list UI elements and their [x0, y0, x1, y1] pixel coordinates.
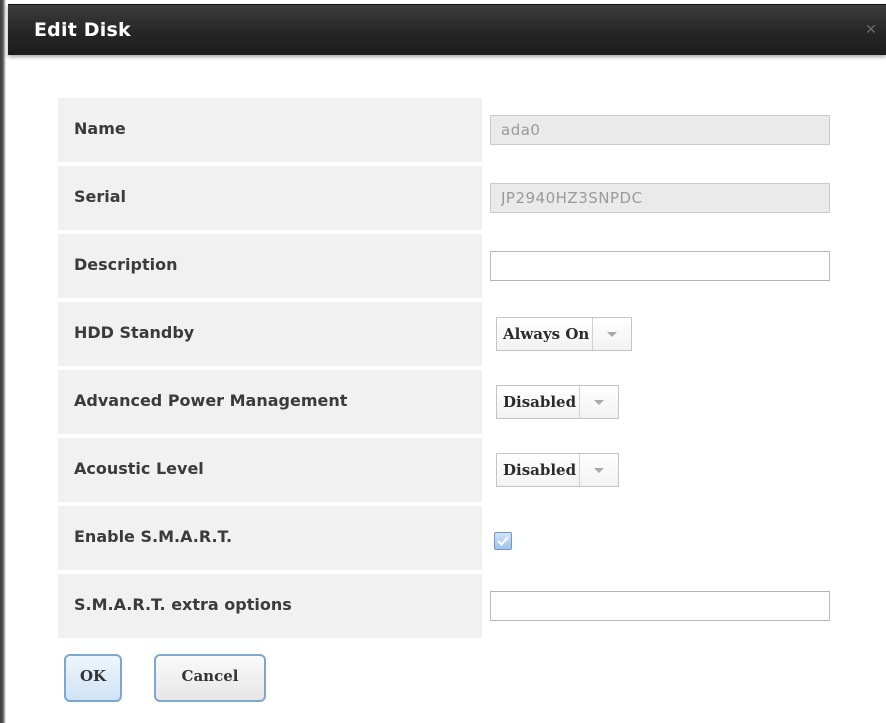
label-cell: Acoustic Level [58, 438, 482, 502]
chevron-down-icon[interactable] [593, 318, 631, 350]
hdd-standby-label: HDD Standby [74, 323, 195, 342]
chevron-down-icon[interactable] [580, 386, 618, 418]
value-cell: Disabled [484, 438, 848, 502]
edit-disk-dialog: Edit Disk ✕ Name Serial Description [0, 0, 886, 723]
smart-label: Enable S.M.A.R.T. [74, 527, 233, 546]
form-row-smart: Enable S.M.A.R.T. [58, 506, 848, 570]
label-cell: Name [58, 98, 482, 162]
label-cell: HDD Standby [58, 302, 482, 366]
checkmark-icon [497, 536, 509, 546]
value-cell [484, 506, 848, 570]
form-row-hdd-standby: HDD Standby Always On [58, 302, 848, 366]
value-cell [484, 574, 848, 638]
form-row-acoustic: Acoustic Level Disabled [58, 438, 848, 502]
acoustic-select[interactable]: Disabled [496, 453, 620, 487]
name-label: Name [74, 119, 126, 138]
dialog-title: Edit Disk [34, 19, 131, 41]
value-cell [484, 234, 848, 298]
serial-label: Serial [74, 187, 127, 206]
apm-select[interactable]: Disabled [496, 385, 620, 419]
close-icon[interactable]: ✕ [864, 23, 878, 37]
label-cell: Description [58, 234, 482, 298]
value-cell: Always On [484, 302, 848, 366]
cancel-button[interactable]: Cancel [154, 654, 266, 702]
description-label: Description [74, 255, 178, 274]
serial-field [490, 183, 830, 213]
disk-form: Name Serial Description HDD Stan [58, 98, 848, 642]
value-cell [484, 98, 848, 162]
hdd-standby-select[interactable]: Always On [496, 317, 633, 351]
form-row-serial: Serial [58, 166, 848, 230]
apm-label: Advanced Power Management [74, 391, 348, 410]
smart-options-input[interactable] [490, 591, 830, 621]
form-row-name: Name [58, 98, 848, 162]
label-cell: S.M.A.R.T. extra options [58, 574, 482, 638]
chevron-down-icon[interactable] [580, 454, 618, 486]
acoustic-value: Disabled [497, 454, 581, 486]
smart-options-label: S.M.A.R.T. extra options [74, 595, 292, 614]
form-row-smart-options: S.M.A.R.T. extra options [58, 574, 848, 638]
value-cell: Disabled [484, 370, 848, 434]
window-edge [0, 0, 8, 723]
label-cell: Enable S.M.A.R.T. [58, 506, 482, 570]
form-row-apm: Advanced Power Management Disabled [58, 370, 848, 434]
value-cell [484, 166, 848, 230]
form-row-description: Description [58, 234, 848, 298]
description-input[interactable] [490, 251, 830, 281]
smart-checkbox[interactable] [494, 532, 512, 550]
ok-button[interactable]: OK [64, 654, 122, 702]
label-cell: Advanced Power Management [58, 370, 482, 434]
acoustic-label: Acoustic Level [74, 459, 204, 478]
apm-value: Disabled [497, 386, 581, 418]
label-cell: Serial [58, 166, 482, 230]
name-field [490, 115, 830, 145]
dialog-titlebar[interactable]: Edit Disk ✕ [8, 4, 886, 55]
hdd-standby-value: Always On [497, 318, 594, 350]
